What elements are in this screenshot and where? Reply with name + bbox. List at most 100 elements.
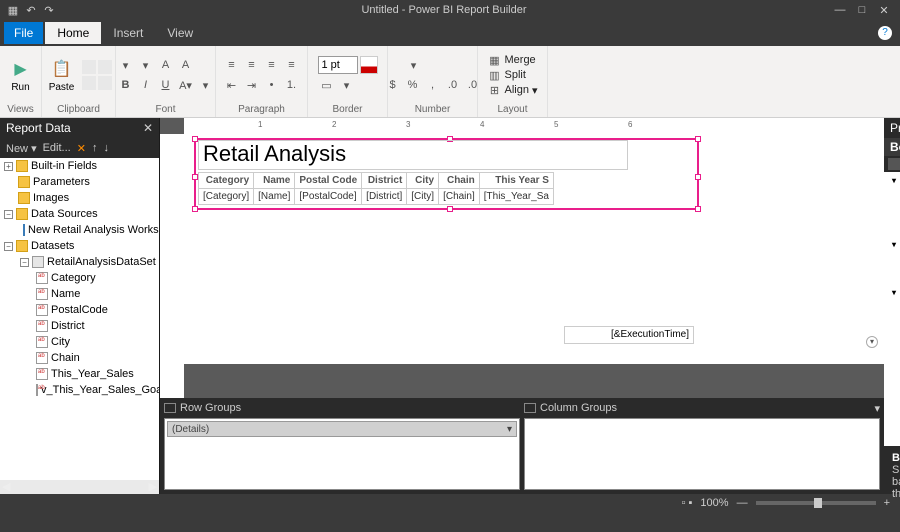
align-button[interactable]: ⊞Align ▾ [488, 83, 538, 97]
format-painter-button[interactable] [82, 76, 96, 90]
execution-time-textbox[interactable]: [&ExecutionTime] [564, 326, 694, 344]
file-tab[interactable]: File [4, 22, 43, 44]
column-header: Chain [439, 173, 480, 189]
column-header: Category [199, 173, 254, 189]
bullets-button[interactable]: • [263, 76, 281, 94]
grow-font-button[interactable]: A [157, 56, 175, 74]
fill-color-button[interactable]: ▾ [197, 76, 215, 94]
zoom-out-button[interactable]: — [737, 497, 748, 509]
currency-button[interactable]: $ [384, 76, 402, 94]
report-data-header: Report Data [6, 121, 71, 135]
table-cell: [Name] [254, 189, 295, 205]
underline-button[interactable]: U [157, 76, 175, 94]
help-icon[interactable]: ? [878, 26, 892, 40]
properties-object-name: Body [884, 138, 900, 156]
run-button[interactable]: ▶Run [5, 58, 37, 93]
close-button[interactable]: ✕ [876, 4, 892, 17]
column-groups-menu-icon[interactable]: ▾ [874, 402, 880, 415]
properties-categorized-icon[interactable] [888, 158, 900, 170]
chevron-down-icon[interactable]: ▾ [507, 424, 512, 435]
redo-icon[interactable]: ↷ [42, 3, 56, 17]
zoom-level[interactable]: 100% [700, 497, 728, 509]
report-data-moveup-icon[interactable]: ↑ [92, 142, 98, 154]
report-data-new-button[interactable]: New ▾ [6, 142, 37, 155]
report-data-edit-button[interactable]: Edit... [43, 142, 71, 154]
minimize-button[interactable]: — [832, 4, 848, 17]
percent-button[interactable]: % [404, 76, 422, 94]
table-cell: [Chain] [439, 189, 480, 205]
justify-button[interactable]: ≡ [283, 56, 301, 74]
border-preset-button[interactable]: ▾ [338, 76, 356, 94]
report-data-delete-icon[interactable]: ✕ [77, 142, 86, 155]
column-header: Name [254, 173, 295, 189]
scroll-left-icon[interactable]: ◀ [2, 480, 10, 494]
details-group-item[interactable]: (Details)▾ [167, 421, 517, 437]
column-header: City [407, 173, 439, 189]
table-cell: [City] [407, 189, 439, 205]
report-data-movedown-icon[interactable]: ↓ [103, 142, 109, 154]
split-button[interactable]: ▥Split [488, 68, 538, 82]
vertical-ruler [160, 134, 184, 398]
font-size-dropdown[interactable]: ▾ [137, 56, 155, 74]
copy-button[interactable] [98, 60, 112, 74]
row-groups-header: Row Groups [180, 402, 241, 414]
undo-icon[interactable]: ↶ [24, 3, 38, 17]
shrink-font-button[interactable]: A [177, 56, 195, 74]
increase-decimal-button[interactable]: .0 [444, 76, 462, 94]
column-groups-panel[interactable] [524, 418, 880, 490]
row-groups-icon [164, 403, 176, 413]
italic-button[interactable]: I [137, 76, 155, 94]
decrease-indent-button[interactable]: ⇤ [223, 76, 241, 94]
chevron-down-icon[interactable]: ▾ [892, 288, 896, 297]
align-center-button[interactable]: ≡ [243, 56, 261, 74]
scroll-right-icon[interactable]: ▶ [149, 480, 157, 494]
increase-indent-button[interactable]: ⇥ [243, 76, 261, 94]
clipboard-extra[interactable] [98, 76, 112, 90]
align-left-button[interactable]: ≡ [223, 56, 241, 74]
column-header: District [362, 173, 407, 189]
properties-header: Properties [890, 121, 900, 135]
zoom-slider[interactable] [756, 501, 876, 505]
bold-button[interactable]: B [117, 76, 135, 94]
column-groups-header: Column Groups [540, 402, 617, 414]
numbering-button[interactable]: 1. [283, 76, 301, 94]
maximize-button[interactable]: □ [854, 4, 870, 17]
canvas-expand-icon[interactable]: ▾ [866, 336, 878, 348]
number-format-dropdown[interactable]: ▾ [384, 56, 444, 74]
border-color-button[interactable] [360, 56, 378, 74]
status-icon: ▫ ▪ [682, 497, 693, 509]
property-help: BackgroundColor Specifies the background… [884, 446, 900, 494]
table-cell: [District] [362, 189, 407, 205]
report-title-textbox[interactable]: Retail Analysis [198, 140, 628, 170]
ribbon: ▶Run Views 📋Paste Clipboard ▾ ▾ A A B I [0, 46, 900, 118]
font-color-button[interactable]: A▾ [177, 76, 195, 94]
column-groups-icon [524, 403, 536, 413]
report-data-tree[interactable]: +Built-in Fields Parameters Images −Data… [0, 158, 159, 480]
app-icon: ▦ [6, 3, 20, 17]
report-data-close-icon[interactable]: ✕ [143, 121, 153, 135]
home-tab[interactable]: Home [45, 22, 101, 44]
report-tablix[interactable]: Category Name Postal Code District City … [198, 172, 554, 205]
row-groups-panel[interactable]: (Details)▾ [164, 418, 520, 490]
paste-button[interactable]: 📋Paste [46, 58, 78, 93]
chevron-down-icon[interactable]: ▾ [892, 176, 896, 185]
font-family-dropdown[interactable]: ▾ [117, 56, 135, 74]
report-design-surface[interactable]: Retail Analysis Category Name Postal Cod… [184, 134, 884, 364]
column-header: This Year S [479, 173, 553, 189]
insert-tab[interactable]: Insert [101, 22, 155, 44]
comma-button[interactable]: , [424, 76, 442, 94]
column-header: Postal Code [295, 173, 362, 189]
border-width-input[interactable] [318, 56, 358, 74]
window-title: Untitled - Power BI Report Builder [56, 4, 832, 16]
horizontal-ruler: 123456 [184, 118, 884, 134]
chevron-down-icon[interactable]: ▾ [892, 240, 896, 249]
merge-button[interactable]: ▦Merge [488, 53, 538, 67]
align-right-button[interactable]: ≡ [263, 56, 281, 74]
property-grid[interactable]: ▾Border BorderColorBlack BorderStyleNone… [884, 172, 900, 446]
table-cell: [Category] [199, 189, 254, 205]
zoom-in-button[interactable]: + [884, 497, 890, 509]
table-cell: [PostalCode] [295, 189, 362, 205]
border-style-button[interactable]: ▭ [318, 76, 336, 94]
view-tab[interactable]: View [155, 22, 205, 44]
cut-button[interactable] [82, 60, 96, 74]
